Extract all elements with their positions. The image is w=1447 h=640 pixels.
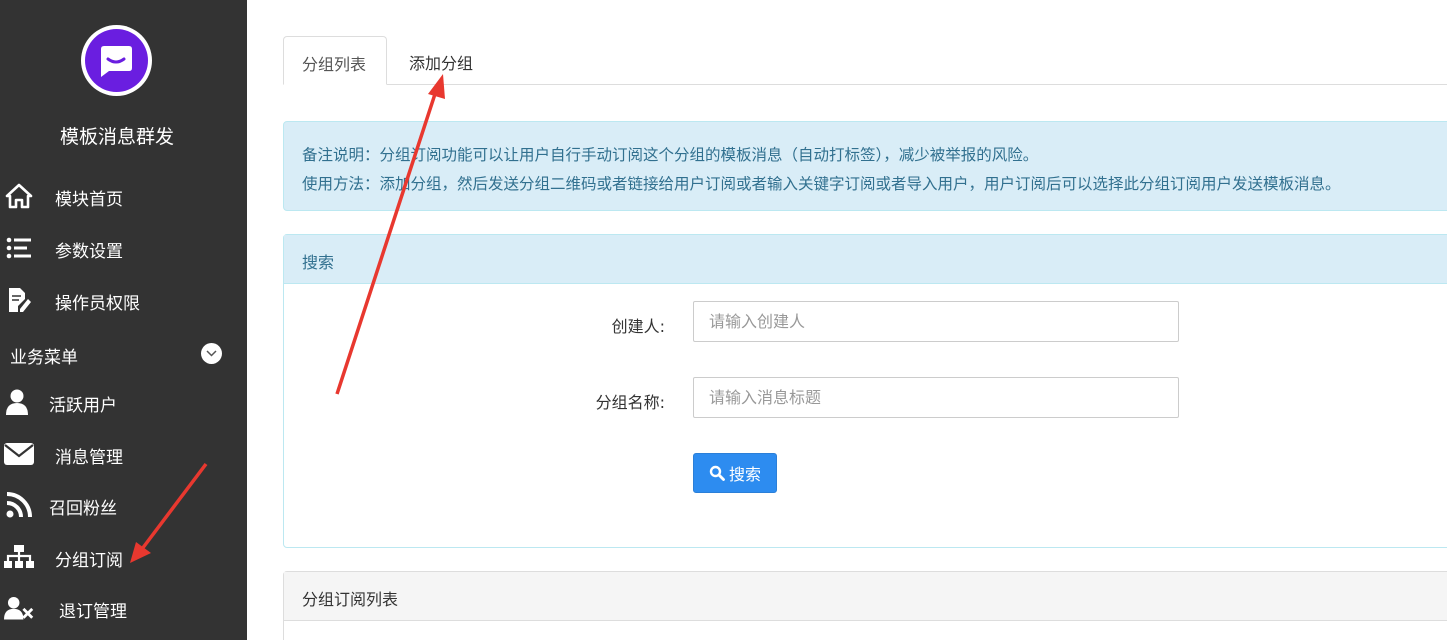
- sidebar: 模板消息群发 模块首页 参数设置 操作员权限 业务菜单 活跃用户 消息管理 召回…: [0, 0, 247, 640]
- tab-group-list[interactable]: 分组列表: [283, 36, 387, 85]
- home-icon: [4, 182, 34, 210]
- sidebar-item-label: 活跃用户: [49, 396, 117, 416]
- search-icon: [709, 465, 725, 481]
- sidebar-item-active-users[interactable]: 活跃用户: [0, 382, 247, 422]
- group-list-heading: 分组订阅列表: [284, 572, 1447, 621]
- list-settings-icon: [4, 234, 34, 262]
- group-list-panel: 分组订阅列表: [283, 571, 1447, 640]
- sidebar-item-home[interactable]: 模块首页: [0, 176, 247, 216]
- app-logo: [81, 25, 152, 96]
- sidebar-item-label: 操作员权限: [55, 294, 140, 314]
- chat-smile-icon: [101, 46, 132, 77]
- group-name-input[interactable]: [693, 377, 1179, 418]
- edit-document-icon: [4, 286, 34, 314]
- chevron-down-icon[interactable]: [201, 343, 222, 364]
- creator-label: 创建人:: [611, 317, 665, 336]
- sidebar-item-label: 召回粉丝: [49, 499, 117, 519]
- envelope-icon: [4, 440, 34, 468]
- sitemap-icon: [4, 543, 34, 571]
- sidebar-item-unsubscribe[interactable]: 退订管理: [0, 588, 247, 628]
- business-menu-toggle[interactable]: 业务菜单: [0, 338, 247, 368]
- sidebar-item-recall-fans[interactable]: 召回粉丝: [0, 485, 247, 525]
- sidebar-item-label: 模块首页: [55, 190, 123, 210]
- sidebar-item-label: 参数设置: [55, 242, 123, 262]
- sidebar-item-settings[interactable]: 参数设置: [0, 228, 247, 268]
- section-label: 业务菜单: [10, 348, 78, 368]
- tab-add-group[interactable]: 添加分组: [391, 36, 491, 85]
- alert-usage: 使用方法：添加分组，然后发送分组二维码或者链接给用户订阅或者输入关键字订阅或者导…: [302, 175, 1341, 193]
- sidebar-item-permissions[interactable]: 操作员权限: [0, 280, 247, 320]
- alert-note: 备注说明：分组订阅功能可以让用户自行手动订阅这个分组的模板消息（自动打标签），减…: [302, 146, 1039, 164]
- tab-bar: 分组列表 添加分组: [283, 36, 1447, 85]
- rss-icon: [4, 491, 34, 519]
- search-button[interactable]: 搜索: [693, 453, 777, 493]
- user-icon: [4, 388, 34, 416]
- app-title: 模板消息群发: [59, 126, 174, 148]
- group-name-label: 分组名称:: [595, 393, 665, 412]
- info-alert: 备注说明：分组订阅功能可以让用户自行手动订阅这个分组的模板消息（自动打标签），减…: [283, 121, 1447, 211]
- search-panel: 搜索 创建人: 分组名称: 搜索: [283, 234, 1447, 548]
- creator-input[interactable]: [693, 301, 1179, 342]
- sidebar-item-group-subscription[interactable]: 分组订阅: [0, 537, 247, 577]
- user-remove-icon: [4, 594, 34, 622]
- search-panel-heading: 搜索: [284, 235, 1447, 284]
- sidebar-item-messages[interactable]: 消息管理: [0, 434, 247, 474]
- sidebar-item-label: 消息管理: [55, 448, 123, 468]
- sidebar-item-label: 分组订阅: [55, 551, 123, 571]
- sidebar-item-label: 退订管理: [59, 602, 127, 622]
- search-button-label: 搜索: [728, 465, 761, 484]
